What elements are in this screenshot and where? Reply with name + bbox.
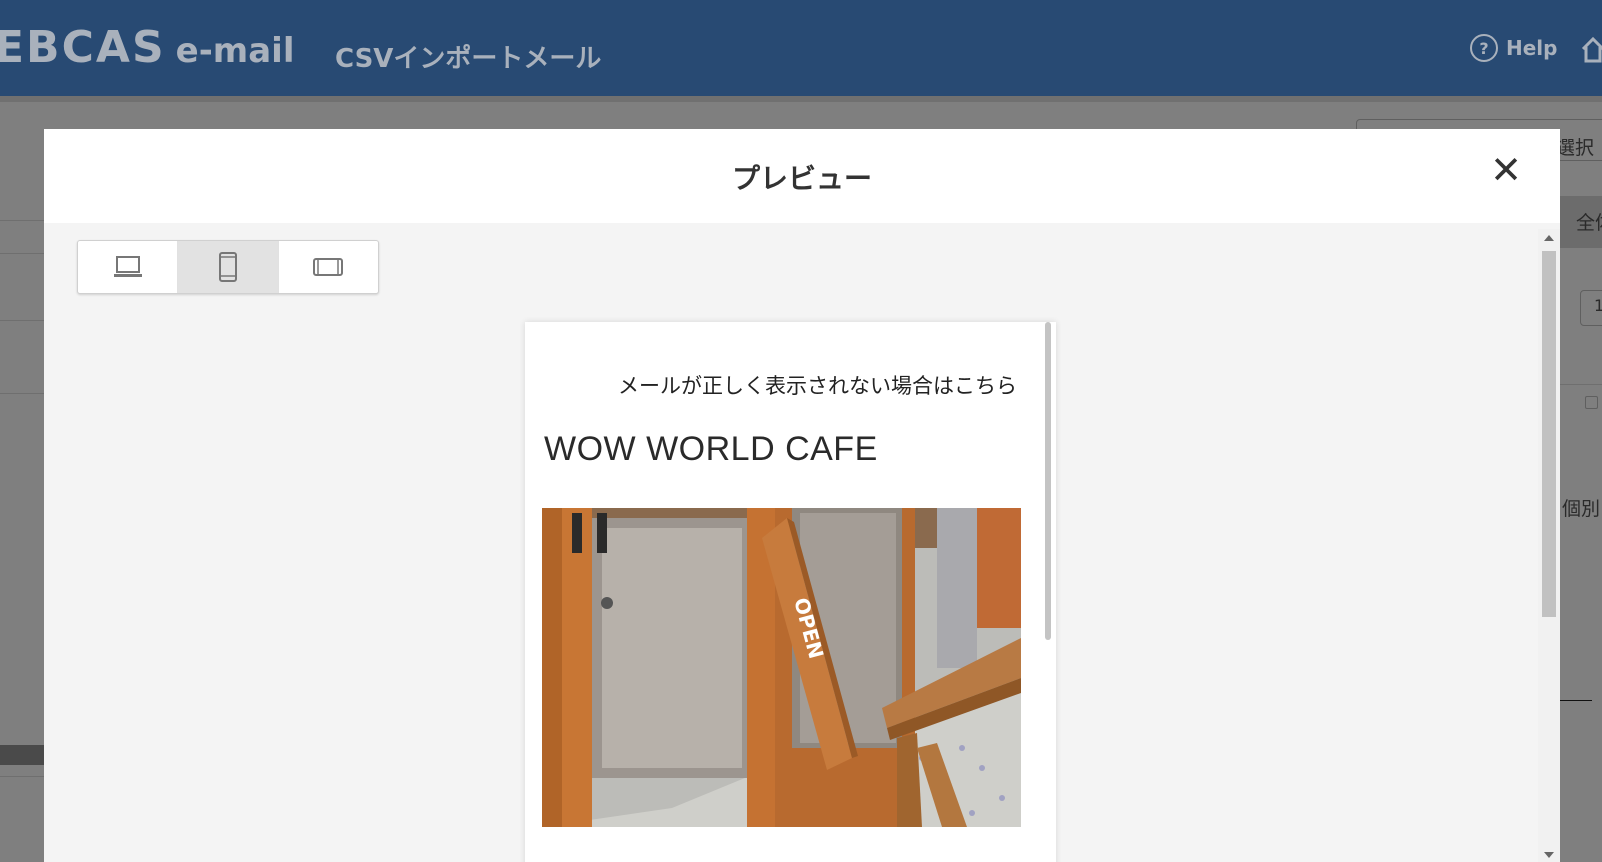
help-link[interactable]: ? Help — [1470, 34, 1557, 62]
view-in-browser-link[interactable]: メールが正しく表示されない場合はこちら — [618, 370, 1017, 400]
background-divider — [1560, 700, 1592, 701]
background-individual-label: 個別 — [1562, 498, 1601, 520]
background-divider — [0, 253, 44, 254]
tablet-landscape-icon — [313, 258, 344, 276]
modal-title: プレビュー — [731, 162, 872, 195]
background-checkbox — [1585, 396, 1598, 409]
background-divider — [0, 393, 44, 394]
preview-modal: プレビュー ✕ メールが正しく表示されない場合はこちら WOW WORLD CA… — [44, 129, 1560, 862]
logo-main: EBCAS — [0, 22, 166, 73]
close-button[interactable]: ✕ — [1490, 151, 1522, 189]
hero-image: OPEN — [542, 508, 1021, 827]
laptop-icon — [113, 256, 142, 277]
question-circle-icon: ? — [1470, 34, 1498, 62]
background-header-shadow — [0, 96, 1602, 102]
background-all-label: 全体 — [1576, 212, 1602, 234]
device-switcher — [77, 240, 379, 294]
scroll-up-arrow[interactable] — [1544, 235, 1554, 241]
device-smartphone-button[interactable] — [178, 241, 279, 293]
background-divider — [0, 220, 44, 221]
device-pc-button[interactable] — [78, 241, 179, 293]
brand-heading: WOW WORLD CAFE — [544, 430, 878, 468]
modal-scroll-thumb[interactable] — [1542, 251, 1556, 617]
modal-scrollbar[interactable] — [1538, 229, 1560, 862]
device-landscape-button[interactable] — [279, 241, 378, 293]
background-footer-bar — [0, 745, 44, 765]
preview-scrollbar[interactable] — [1045, 322, 1051, 640]
app-header: EBCAS e-mail CSVインポートメール ? Help — [0, 0, 1602, 96]
background-divider — [0, 320, 44, 321]
background-count-value: 1 — [1594, 296, 1602, 315]
background-divider — [1560, 384, 1602, 385]
modal-header: プレビュー ✕ — [44, 129, 1560, 223]
help-label: Help — [1506, 36, 1558, 60]
app-logo[interactable]: EBCAS e-mail — [0, 22, 295, 73]
background-select-label: 選択 — [1556, 137, 1595, 159]
smartphone-icon — [218, 252, 237, 282]
background-divider — [0, 776, 44, 777]
logo-sub: e-mail — [175, 31, 295, 71]
scroll-down-arrow[interactable] — [1544, 852, 1554, 858]
page-title: CSVインポートメール — [335, 44, 602, 74]
email-preview-frame: メールが正しく表示されない場合はこちら WOW WORLD CAFE OPEN — [525, 322, 1056, 862]
home-icon[interactable] — [1580, 36, 1602, 64]
